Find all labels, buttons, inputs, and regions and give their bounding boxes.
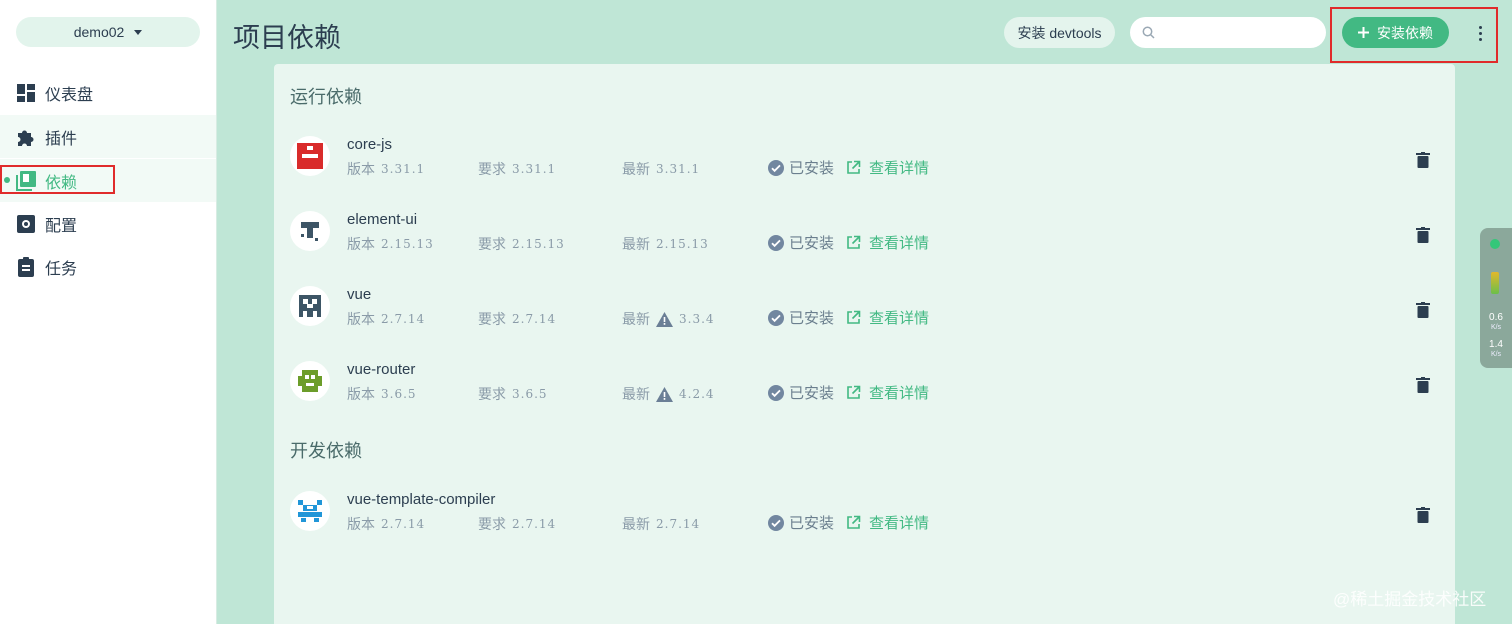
external-link-icon — [847, 235, 861, 249]
package-version: 版本 2.15.13 — [347, 236, 434, 252]
package-required: 要求 3.31.1 — [478, 161, 557, 177]
install-dependency-button[interactable]: 安装依赖 — [1342, 17, 1449, 48]
install-dependency-label: 安装依赖 — [1377, 24, 1433, 41]
sidebar: demo02 仪表盘 插件 依赖 配置 任务 — [0, 0, 217, 624]
sidebar-item-label: 仪表盘 — [45, 86, 94, 104]
dependency-row-vue: vue 版本 2.7.14 要求 2.7.14 最新 3.3.4 已安装 查看详情 — [274, 272, 1455, 346]
delete-icon[interactable] — [1416, 507, 1430, 523]
clipboard-icon — [16, 256, 36, 277]
view-details-link[interactable]: 查看详情 — [846, 232, 929, 253]
installed-status: 已安装 — [768, 382, 834, 403]
external-link-icon — [847, 385, 861, 399]
library-icon — [16, 170, 36, 191]
package-name: element-ui — [347, 211, 418, 228]
sidebar-item-label: 任务 — [45, 260, 78, 278]
search-icon — [1142, 26, 1155, 39]
package-logo-icon — [290, 136, 330, 176]
delete-icon[interactable] — [1416, 302, 1430, 318]
dependencies-panel: 运行依赖 core-js 版本 3.31.1 要求 3.31.1 最新 3.31.1 … — [274, 64, 1455, 624]
installed-status: 已安装 — [768, 307, 834, 328]
installed-status: 已安装 — [768, 157, 834, 178]
check-circle-icon — [768, 159, 784, 176]
external-link-icon — [847, 515, 861, 529]
package-version: 版本 3.31.1 — [347, 161, 426, 177]
runtime-dependencies-title: 运行依赖 — [290, 87, 362, 107]
usage-bar-icon — [1491, 272, 1499, 294]
project-name: demo02 — [73, 24, 125, 40]
delete-icon[interactable] — [1416, 152, 1430, 168]
puzzle-icon — [16, 127, 36, 147]
warning-icon — [656, 311, 673, 327]
package-latest: 最新 4.2.4 — [622, 386, 715, 402]
installed-status: 已安装 — [768, 512, 834, 533]
view-details-link[interactable]: 查看详情 — [846, 382, 929, 403]
plus-icon — [1358, 27, 1369, 38]
download-unit: K/s — [1490, 351, 1502, 358]
sidebar-item-label: 插件 — [45, 130, 78, 148]
view-details-link[interactable]: 查看详情 — [846, 307, 929, 328]
package-latest: 最新 2.15.13 — [622, 236, 709, 252]
sidebar-item-label: 配置 — [45, 217, 78, 235]
package-latest: 最新 3.3.4 — [622, 311, 715, 327]
sidebar-item-dashboard[interactable]: 仪表盘 — [0, 71, 216, 114]
sidebar-item-plugins[interactable]: 插件 — [0, 115, 216, 158]
view-details-link[interactable]: 查看详情 — [846, 512, 929, 533]
package-version: 版本 3.6.5 — [347, 386, 417, 402]
package-name: vue-router — [347, 361, 416, 378]
dashboard-icon — [16, 83, 36, 103]
package-name: core-js — [347, 136, 393, 153]
sidebar-item-tasks[interactable]: 任务 — [0, 245, 216, 288]
view-details-link[interactable]: 查看详情 — [846, 157, 929, 178]
dev-dependencies-title: 开发依赖 — [290, 441, 362, 461]
package-logo-icon — [290, 211, 330, 251]
upload-speed: 0.6 — [1489, 312, 1503, 323]
package-required: 要求 2.15.13 — [478, 236, 565, 252]
search-box[interactable] — [1130, 17, 1326, 48]
package-logo-icon — [290, 491, 330, 531]
page-title: 项目依赖 — [233, 23, 341, 53]
package-required: 要求 3.6.5 — [478, 386, 548, 402]
package-version: 版本 2.7.14 — [347, 516, 426, 532]
package-latest: 最新 3.31.1 — [622, 161, 701, 177]
warning-icon — [656, 386, 673, 402]
check-circle-icon — [768, 384, 784, 401]
settings-icon — [16, 214, 36, 234]
dependency-row-core-js: core-js 版本 3.31.1 要求 3.31.1 最新 3.31.1 已安装 查… — [274, 122, 1455, 196]
package-logo-icon — [290, 286, 330, 326]
active-indicator — [4, 177, 10, 183]
search-input[interactable] — [1163, 24, 1313, 41]
check-circle-icon — [768, 309, 784, 326]
sidebar-item-config[interactable]: 配置 — [0, 202, 216, 245]
package-required: 要求 2.7.14 — [478, 311, 557, 327]
status-dot-icon — [1490, 239, 1500, 249]
dependency-row-vue-template-compiler: vue-template-compiler 版本 2.7.14 要求 2.7.14 … — [274, 477, 1455, 551]
package-logo-icon — [290, 361, 330, 401]
sidebar-item-label: 依赖 — [45, 174, 78, 192]
watermark: @稀土掘金技术社区 — [1333, 590, 1487, 609]
caret-down-icon — [134, 29, 143, 35]
delete-icon[interactable] — [1416, 227, 1430, 243]
package-version: 版本 2.7.14 — [347, 311, 426, 327]
sidebar-item-dependencies[interactable]: 依赖 — [0, 159, 216, 202]
package-latest: 最新 2.7.14 — [622, 516, 701, 532]
project-selector[interactable]: demo02 — [16, 17, 200, 47]
more-options-icon[interactable] — [1470, 22, 1490, 44]
check-circle-icon — [768, 234, 784, 251]
install-devtools-button[interactable]: 安装 devtools — [1004, 17, 1115, 48]
package-name: vue — [347, 286, 372, 303]
package-name: vue-template-compiler — [347, 491, 496, 508]
package-required: 要求 2.7.14 — [478, 516, 557, 532]
dependency-row-element-ui: element-ui 版本 2.15.13 要求 2.15.13 最新 2.15.13… — [274, 197, 1455, 271]
external-link-icon — [847, 160, 861, 174]
network-speed-widget[interactable]: 0.6 K/s 1.4 K/s — [1480, 228, 1512, 368]
delete-icon[interactable] — [1416, 377, 1430, 393]
download-speed: 1.4 — [1489, 339, 1503, 350]
upload-unit: K/s — [1490, 324, 1502, 331]
external-link-icon — [847, 310, 861, 324]
dependency-row-vue-router: vue-router 版本 3.6.5 要求 3.6.5 最新 4.2.4 已安装 … — [274, 347, 1455, 421]
installed-status: 已安装 — [768, 232, 834, 253]
check-circle-icon — [768, 514, 784, 531]
